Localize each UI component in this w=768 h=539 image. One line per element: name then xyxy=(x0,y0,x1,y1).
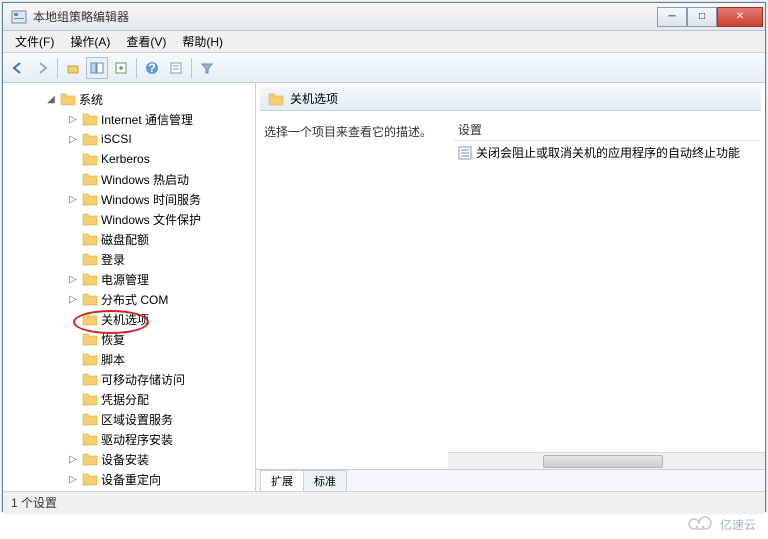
tree-node[interactable]: 区域设置服务 xyxy=(5,409,253,429)
tab-extended[interactable]: 扩展 xyxy=(260,470,304,491)
tree-node[interactable]: Windows 文件保护 xyxy=(5,209,253,229)
tree-label: 系统 xyxy=(79,91,103,108)
tree-label: 设备重定向 xyxy=(101,471,161,488)
horizontal-scrollbar[interactable] xyxy=(448,452,765,469)
close-button[interactable]: ✕ xyxy=(717,7,763,27)
app-window: 本地组策略编辑器 ─ □ ✕ 文件(F) 操作(A) 查看(V) 帮助(H) ?… xyxy=(2,2,766,512)
expand-icon[interactable]: ▷ xyxy=(67,454,79,465)
menu-view[interactable]: 查看(V) xyxy=(118,31,174,52)
details-body: 选择一个项目来查看它的描述。 设置 关闭会阻止或取消关机的应用程序的自动终止功能 xyxy=(256,111,765,452)
tree-label: 设备安装 xyxy=(101,451,149,468)
tree-label: Kerberos xyxy=(101,152,150,166)
tree-label: Windows 文件保护 xyxy=(101,211,201,228)
details-header: 关机选项 xyxy=(260,87,761,111)
tree-node[interactable]: 关机选项 xyxy=(5,309,253,329)
minimize-button[interactable]: ─ xyxy=(657,7,687,27)
tree-label: 脚本 xyxy=(101,351,125,368)
window-title: 本地组策略编辑器 xyxy=(33,8,657,25)
menu-action[interactable]: 操作(A) xyxy=(62,31,118,52)
toolbar-separator xyxy=(136,58,137,78)
tree-label: 凭据分配 xyxy=(101,391,149,408)
folder-icon xyxy=(268,92,284,106)
description-text: 选择一个项目来查看它的描述。 xyxy=(264,125,432,139)
tree-node[interactable]: 驱动程序安装 xyxy=(5,429,253,449)
details-panel: 关机选项 选择一个项目来查看它的描述。 设置 关闭会阻止或取消关机的应用程序的自… xyxy=(256,83,765,491)
scrollbar-thumb[interactable] xyxy=(543,455,663,468)
tree-node[interactable]: 恢复 xyxy=(5,329,253,349)
tree-node[interactable]: 可移动存储访问 xyxy=(5,369,253,389)
tree-node[interactable]: ▷ Windows 时间服务 xyxy=(5,189,253,209)
toolbar-separator xyxy=(191,58,192,78)
expand-icon[interactable]: ▷ xyxy=(67,134,79,145)
tree-node[interactable]: Kerberos xyxy=(5,149,253,169)
maximize-button[interactable]: □ xyxy=(687,7,717,27)
tab-standard[interactable]: 标准 xyxy=(303,470,347,491)
expand-icon[interactable]: ▷ xyxy=(67,294,79,305)
tree-label: Internet 通信管理 xyxy=(101,111,193,128)
tabs: 扩展 标准 xyxy=(256,469,765,491)
properties-button[interactable] xyxy=(165,57,187,79)
tree-node[interactable]: ▷ iSCSI xyxy=(5,129,253,149)
app-icon xyxy=(11,9,27,25)
export-button[interactable] xyxy=(110,57,132,79)
expand-icon[interactable]: ▷ xyxy=(67,474,79,485)
tree-label: 登录 xyxy=(101,251,125,268)
tree-panel[interactable]: ◢系统▷Internet 通信管理▷iSCSIKerberosWindows 热… xyxy=(3,83,256,491)
tree-node[interactable]: 磁盘配额 xyxy=(5,229,253,249)
tree-label: 恢复 xyxy=(101,331,125,348)
tree-node[interactable]: ▷ 设备安装 xyxy=(5,449,253,469)
show-hide-tree-button[interactable] xyxy=(86,57,108,79)
tree-node[interactable]: 登录 xyxy=(5,249,253,269)
column-header-settings[interactable]: 设置 xyxy=(454,119,759,141)
back-button[interactable] xyxy=(7,57,29,79)
details-title: 关机选项 xyxy=(290,90,338,107)
tree-label: 关机选项 xyxy=(101,311,149,328)
tree-node[interactable]: 脚本 xyxy=(5,349,253,369)
watermark: 亿速云 xyxy=(688,515,756,533)
filter-button[interactable] xyxy=(196,57,218,79)
toolbar: ? xyxy=(3,53,765,83)
tree-node[interactable]: ▷ Internet 通信管理 xyxy=(5,109,253,129)
tree-label: Windows 热启动 xyxy=(101,171,189,188)
tree-node[interactable]: ▷ 电源管理 xyxy=(5,269,253,289)
help-button[interactable]: ? xyxy=(141,57,163,79)
tree-node[interactable]: ▷ 设备重定向 xyxy=(5,469,253,489)
tree-label: 区域设置服务 xyxy=(101,411,173,428)
tree-node[interactable]: 凭据分配 xyxy=(5,389,253,409)
tree-label: 磁盘配额 xyxy=(101,231,149,248)
status-text: 1 个设置 xyxy=(11,494,57,511)
toolbar-separator xyxy=(57,58,58,78)
tree-label: 可移动存储访问 xyxy=(101,371,185,388)
up-button[interactable] xyxy=(62,57,84,79)
tree-node[interactable]: Windows 热启动 xyxy=(5,169,253,189)
description-column: 选择一个项目来查看它的描述。 xyxy=(262,119,444,452)
expand-icon[interactable]: ▷ xyxy=(67,114,79,125)
tree-label: 电源管理 xyxy=(101,271,149,288)
menubar: 文件(F) 操作(A) 查看(V) 帮助(H) xyxy=(3,31,765,53)
titlebar: 本地组策略编辑器 ─ □ ✕ xyxy=(3,3,765,31)
forward-button[interactable] xyxy=(31,57,53,79)
setting-icon xyxy=(458,146,472,160)
window-controls: ─ □ ✕ xyxy=(657,7,763,27)
statusbar: 1 个设置 xyxy=(3,491,765,513)
menu-help[interactable]: 帮助(H) xyxy=(174,31,231,52)
watermark-text: 亿速云 xyxy=(720,516,756,533)
expand-icon[interactable]: ▷ xyxy=(67,274,79,285)
content-area: ◢系统▷Internet 通信管理▷iSCSIKerberosWindows 热… xyxy=(3,83,765,491)
tree-label: iSCSI xyxy=(101,132,132,146)
menu-file[interactable]: 文件(F) xyxy=(7,31,62,52)
tree-node[interactable]: ▷ 分布式 COM xyxy=(5,289,253,309)
collapse-icon[interactable]: ◢ xyxy=(45,94,57,105)
setting-label: 关闭会阻止或取消关机的应用程序的自动终止功能 xyxy=(476,144,740,161)
tree-label: 分布式 COM xyxy=(101,291,168,308)
svg-text:?: ? xyxy=(148,61,155,75)
expand-icon[interactable]: ▷ xyxy=(67,194,79,205)
tree-label: 驱动程序安装 xyxy=(101,431,173,448)
settings-list: 设置 关闭会阻止或取消关机的应用程序的自动终止功能 xyxy=(454,119,759,452)
setting-row[interactable]: 关闭会阻止或取消关机的应用程序的自动终止功能 xyxy=(454,141,759,164)
tree-node-root[interactable]: ◢ 系统 xyxy=(5,89,253,109)
tree-label: Windows 时间服务 xyxy=(101,191,201,208)
